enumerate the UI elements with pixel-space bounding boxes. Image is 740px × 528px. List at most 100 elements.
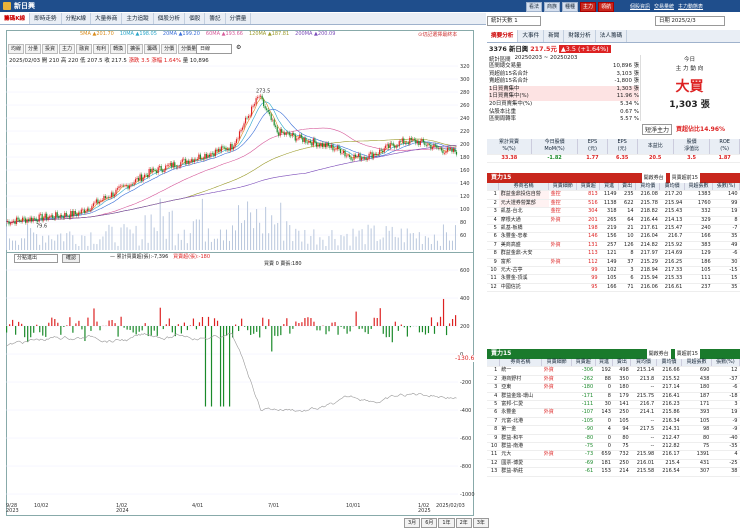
buy_panel-head-5: 賣出 (618, 183, 637, 192)
right-tab-3[interactable]: 財報分析 (564, 30, 596, 42)
buy_panel-cell: 186 (684, 258, 713, 268)
sell_panel-cell: 105 (612, 417, 631, 427)
range-button-2[interactable]: 1年 (438, 518, 455, 528)
sell-sort-select[interactable]: 賣超前15 (674, 349, 700, 359)
top-right-button-1[interactable]: 商族 (544, 2, 561, 12)
price-chart[interactable]: 273.5 79.6 (6, 64, 474, 252)
broker-row[interactable]: 7 元富-北港 -105 0 105 -- 216.34 105 -9 (487, 417, 740, 427)
ma-legend-2: 20MA ▲199.20 (162, 31, 200, 37)
buy_panel-cell: 216.61 (659, 283, 685, 293)
broker-row[interactable]: 4 摩根大通 外資 201 265 64 216.44 214.13 329 8 (487, 216, 740, 226)
tab-2[interactable]: 分點K線 (62, 13, 91, 24)
sell-mode[interactable]: 開啟券台 (646, 349, 671, 359)
top-right-button-2[interactable]: 種種 (562, 2, 579, 12)
buy_panel-cell: 美商高盛 (498, 241, 549, 251)
buy-mode[interactable]: 開啟券台 (641, 173, 666, 183)
top-right-link-2[interactable]: 主力動態表 (678, 3, 703, 10)
broker-row[interactable]: 3 亞東 外資 -180 0 180 -- 217.14 180 -6 (487, 383, 740, 393)
buy-sort-select[interactable]: 買賣超前15 (669, 173, 700, 183)
ma-legend-3: 60MA ▲193.66 (205, 31, 243, 37)
tab-4[interactable]: 主力追蹤 (122, 13, 154, 24)
broker-row[interactable]: 6 永豐金 外資 -107 143 250 214.1 215.86 393 19 (487, 408, 740, 418)
sell_panel-cell: 105 (681, 417, 712, 427)
chart-tool-4[interactable]: 融資 (76, 44, 93, 54)
top-right-link-1[interactable]: 交易量統 (654, 3, 674, 10)
chart-tool-3[interactable]: 主力 (59, 44, 76, 54)
svg-text:273.5: 273.5 (256, 88, 270, 94)
sell_panel-cell: 3 (487, 383, 500, 393)
broker-row[interactable]: 5 凱基-板橋 198 219 21 217.61 215.47 240 -7 (487, 224, 740, 234)
broker-row[interactable]: 10 元大-古亭 99 102 3 218.94 217.33 105 -15 (487, 266, 740, 276)
chart-tool-5[interactable]: 有利 (93, 44, 110, 54)
broker-row[interactable]: 9 群益-和平 -80 0 80 -- 212.47 80 -40 (487, 434, 740, 444)
broker-net-chart[interactable] (6, 266, 474, 504)
range-button-0[interactable]: 3月 (404, 518, 421, 528)
broker-row[interactable]: 5 富邦-仁愛 -111 30 141 216.7 216.23 171 3 (487, 400, 740, 410)
period-select[interactable]: 日線 (196, 44, 232, 54)
top-right-button-0[interactable]: 看法 (526, 2, 543, 12)
broker-row[interactable]: 1 群益金鼎投信自營 金控 813 1149 235 216.08 217.20 1383 140 (487, 190, 740, 200)
broker-row[interactable]: 12 中國信託 95 166 71 216.06 216.61 237 35 (487, 283, 740, 293)
tab-8[interactable]: 分價量 (226, 13, 252, 24)
sell_panel-cell: -80 (571, 434, 596, 444)
broker-row[interactable]: 11 元大 外資 -73 659 732 215.98 216.17 1391 4 (487, 450, 740, 460)
confirm-button[interactable]: 確認 (62, 254, 81, 263)
title-bar: 新日興 (0, 0, 740, 12)
sell_panel-cell: 19 (711, 408, 740, 418)
range-button-1[interactable]: 6月 (421, 518, 438, 528)
buy_panel-cell: 1138 (599, 199, 619, 209)
broker-row[interactable]: 1 統一 外資 -306 192 498 215.14 216.66 690 12 (487, 366, 740, 376)
buy-title: 買力15 (491, 174, 512, 181)
tab-3[interactable]: 大量券商 (91, 13, 123, 24)
broker-row[interactable]: 12 國票-博愛 -69 181 250 216.01 215.4 431 -25 (487, 459, 740, 469)
right-tab-1[interactable]: 大事件 (518, 30, 545, 42)
stat-days-select[interactable]: 統計天數 1 (487, 16, 541, 26)
settings-icon[interactable]: ⚙ (236, 44, 241, 51)
broker-row[interactable]: 2 元大證券營業部 金控 516 1138 622 215.78 215.94 1760 99 (487, 199, 740, 209)
tab-7[interactable]: 籌記 (205, 13, 226, 24)
buy_panel-cell: 237 (684, 283, 713, 293)
sell_panel-cell: 143 (595, 408, 613, 418)
tab-0[interactable]: 籌碼K線 (0, 13, 31, 24)
broker-row[interactable]: 8 第一金 -90 4 94 217.5 214.31 98 -9 (487, 425, 740, 435)
chart-tool-8[interactable]: 籌碼 (144, 44, 161, 54)
right-tab-4[interactable]: 法人籌碼 (596, 30, 628, 42)
tab-6[interactable]: 個股 (185, 13, 206, 24)
summary-value: 0.67 % (620, 108, 639, 115)
date-field[interactable]: 日期 2025/2/3 (655, 16, 725, 26)
chart-tool-9[interactable]: 分價 (161, 44, 178, 54)
top-right-button-4[interactable]: 領航 (598, 2, 615, 12)
broker-row[interactable]: 4 群益金鼎-環山 -171 8 179 215.75 216.41 187 -18 (487, 392, 740, 402)
tab-1[interactable]: 即時走勢 (30, 13, 62, 24)
broker-row[interactable]: 11 永豐金-頂溪 99 105 6 215.94 215.33 111 15 (487, 274, 740, 284)
broker-row[interactable]: 8 群益金鼎-大安 113 121 8 217.97 214.69 129 -6 (487, 249, 740, 259)
chart-tool-1[interactable]: 分量 (25, 44, 42, 54)
broker-row[interactable]: 7 美商高盛 外資 131 257 126 214.82 215.92 383 49 (487, 241, 740, 251)
sell_panel-cell: -- (630, 383, 657, 393)
range-button-4[interactable]: 3年 (472, 518, 489, 528)
tab-5[interactable]: 個股分析 (154, 13, 186, 24)
broker-row[interactable]: 3 凱基-台北 金控 304 318 14 218.82 215.43 332 19 (487, 207, 740, 217)
chart-toolbar: 均線 分量 投資 主力 融資 有利 轉換 擴張 籌碼 分價 分價量 (8, 44, 200, 54)
chart-tool-2[interactable]: 投資 (42, 44, 59, 54)
indicator-select[interactable]: 分點進出 (14, 254, 58, 263)
range-button-3[interactable]: 2年 (455, 518, 472, 528)
buy_panel-cell: 257 (599, 241, 619, 251)
buy_panel-cell: 2 (487, 199, 499, 209)
sell_panel-cell: 2 (487, 375, 500, 385)
chart-tool-0[interactable]: 均線 (8, 44, 25, 54)
sell_panel-cell: 153 (595, 467, 613, 477)
x-axis: 9/28 2023 10/02 1/02 2024 4/01 7/01 10/01 1/02… (6, 504, 474, 516)
broker-row[interactable]: 6 永豐金-忠孝 146 156 10 216.04 216.7 166 35 (487, 232, 740, 242)
top-right-button-3[interactable]: 主力 (580, 2, 597, 12)
broker-row[interactable]: 10 群益-南港 -75 0 75 -- 212.82 75 -35 (487, 442, 740, 452)
broker-row[interactable]: 9 富邦 外資 112 149 37 215.29 216.25 186 30 (487, 258, 740, 268)
broker-row[interactable]: 2 港商野村 外資 -262 88 350 213.8 215.52 438 -37 (487, 375, 740, 385)
right-tab-2[interactable]: 新聞 (544, 30, 565, 42)
broker-row[interactable]: 13 群益-新莊 -61 153 214 215.58 216.54 307 38 (487, 467, 740, 477)
chart-tool-7[interactable]: 擴張 (127, 44, 144, 54)
sell_panel-cell: 富邦-仁愛 (499, 400, 542, 410)
top-right-link-0[interactable]: 個股資訊 (630, 3, 650, 10)
chart-tool-6[interactable]: 轉換 (110, 44, 127, 54)
right-tab-0[interactable]: 摘要分析 (487, 30, 519, 42)
